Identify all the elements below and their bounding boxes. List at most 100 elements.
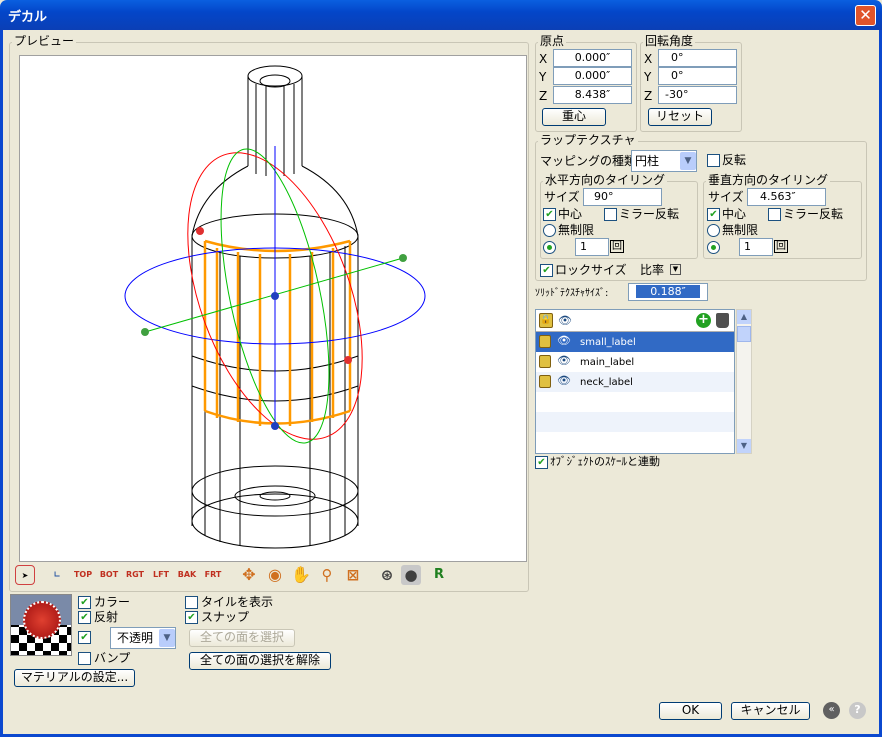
eye-icon[interactable]: 👁 xyxy=(557,334,571,347)
opacity-select[interactable]: 不透明 ▼ xyxy=(110,627,176,649)
rotation-label: 回転角度 xyxy=(643,34,696,48)
chevron-down-icon[interactable]: ▼ xyxy=(680,152,696,170)
rotation-z-field[interactable]: -30° xyxy=(658,86,737,104)
origin-z-label: Z xyxy=(539,89,548,103)
bottle-wireframe xyxy=(124,65,426,549)
layer-row-small-label[interactable]: 👁 small_label xyxy=(536,332,734,352)
view-bottom-icon[interactable]: BOT xyxy=(99,565,119,585)
h-center-checkbox[interactable]: ✔ xyxy=(543,208,556,221)
add-layer-icon[interactable]: + xyxy=(696,313,711,328)
origin-x-field[interactable]: 0.000″ xyxy=(553,49,632,67)
reflect-label: 反射 xyxy=(94,610,119,624)
v-count-unit: 回 xyxy=(774,240,788,253)
solid-texture-size-field[interactable]: 0.188″ xyxy=(628,283,708,301)
origin-y-field[interactable]: 0.000″ xyxy=(553,67,632,85)
scroll-thumb[interactable] xyxy=(737,326,751,342)
scroll-down-icon[interactable]: ▼ xyxy=(737,439,751,453)
zoom-icon[interactable]: ⚲ xyxy=(317,565,337,585)
trash-icon[interactable] xyxy=(716,313,729,328)
solid-texture-size-value: 0.188″ xyxy=(636,285,700,298)
show-tile-checkbox[interactable] xyxy=(185,596,198,609)
orbit-icon[interactable]: ◉ xyxy=(265,565,285,585)
preview-toolbar: ➤ ∟ TOP BOT RGT LFT BAK FRT ✥ ◉ ✋ ⚲ ⊠ ⊛ … xyxy=(15,564,455,588)
help-icon[interactable]: ? xyxy=(849,702,866,719)
eye-icon[interactable]: 👁 xyxy=(557,354,571,367)
h-mirror-label: ミラー反転 xyxy=(619,207,680,221)
select-arrow-icon[interactable]: ➤ xyxy=(15,565,35,585)
v-size-label: サイズ xyxy=(708,190,744,204)
rotation-x-field[interactable]: 0° xyxy=(658,49,737,67)
h-size-field[interactable]: 90° xyxy=(583,188,662,206)
lock-icon[interactable]: 🔒 xyxy=(539,313,553,328)
layer-list-header: 🔒 👁 + xyxy=(536,310,734,332)
reflect-checkbox[interactable]: ✔ xyxy=(78,611,91,624)
render-icon[interactable]: R xyxy=(429,565,449,585)
lock-size-checkbox[interactable]: ✔ xyxy=(540,264,553,277)
deselect-all-faces-button[interactable]: 全ての面の選択を解除 xyxy=(189,652,331,670)
v-count-radio[interactable] xyxy=(707,241,720,254)
mapping-type-value: 円柱 xyxy=(635,154,660,168)
ratio-dropdown-icon[interactable]: ▼ xyxy=(670,264,681,275)
rotate-icon[interactable]: ✥ xyxy=(239,565,259,585)
lock-icon[interactable] xyxy=(539,355,551,368)
h-count-radio[interactable] xyxy=(543,241,556,254)
eye-icon[interactable]: 👁 xyxy=(557,314,573,327)
origin-z-field[interactable]: 8.438″ xyxy=(553,86,632,104)
close-button[interactable]: ✕ xyxy=(855,5,876,26)
scale-link-checkbox[interactable]: ✔ xyxy=(535,456,548,469)
v-unlimited-radio[interactable] xyxy=(707,224,720,237)
layer-list-scrollbar[interactable]: ▲ ▼ xyxy=(736,309,752,454)
material-settings-button[interactable]: マテリアルの設定... xyxy=(14,669,135,687)
mapping-type-select[interactable]: 円柱 ▼ xyxy=(631,150,697,172)
wireframe-icon[interactable]: ⊛ xyxy=(377,565,397,585)
lock-icon[interactable] xyxy=(539,375,551,388)
v-count-field[interactable]: 1 xyxy=(739,238,773,256)
shaded-sphere-icon[interactable]: ● xyxy=(401,565,421,585)
v-size-field[interactable]: 4.563″ xyxy=(747,188,826,206)
reset-rotation-button[interactable]: リセット xyxy=(648,108,712,126)
solid-texture-size-label: ｿﾘｯﾄﾞﾃｸｽﾁｬｻｲｽﾞ: xyxy=(535,288,609,299)
bump-checkbox[interactable] xyxy=(78,652,91,665)
view-top-icon[interactable]: TOP xyxy=(73,565,93,585)
center-of-mass-button[interactable]: 重心 xyxy=(542,108,606,126)
preview-label: プレビュー xyxy=(12,34,77,48)
axis-view-icon[interactable]: ∟ xyxy=(47,565,67,585)
cancel-button[interactable]: キャンセル xyxy=(731,702,810,720)
wrap-texture-label: ラップテクスチャ xyxy=(538,133,638,147)
view-right-icon[interactable]: RGT xyxy=(125,565,145,585)
material-thumbnail[interactable] xyxy=(10,594,72,656)
chevron-down-icon[interactable]: ▼ xyxy=(159,629,175,647)
layer-row-neck-label[interactable]: 👁 neck_label xyxy=(536,372,734,392)
flip-checkbox[interactable] xyxy=(707,154,720,167)
back-arrow-icon[interactable]: « xyxy=(823,702,840,719)
preview-viewport[interactable] xyxy=(19,55,527,562)
ratio-label: 比率 xyxy=(640,263,665,277)
fit-view-icon[interactable]: ⊠ xyxy=(343,565,363,585)
v-center-checkbox[interactable]: ✔ xyxy=(707,208,720,221)
snap-checkbox[interactable]: ✔ xyxy=(185,611,198,624)
opacity-select-value: 不透明 xyxy=(117,631,154,645)
layer-name: small_label xyxy=(580,337,636,348)
opacity-checkbox[interactable]: ✔ xyxy=(78,631,91,644)
snap-label: スナップ xyxy=(201,610,250,624)
select-all-faces-button[interactable]: 全ての面を選択 xyxy=(189,629,295,647)
h-mirror-checkbox[interactable] xyxy=(604,208,617,221)
pan-hand-icon[interactable]: ✋ xyxy=(291,565,311,585)
color-checkbox[interactable]: ✔ xyxy=(78,596,91,609)
view-back-icon[interactable]: BAK xyxy=(177,565,197,585)
h-unlimited-radio[interactable] xyxy=(543,224,556,237)
view-front-icon[interactable]: FRT xyxy=(203,565,223,585)
v-mirror-checkbox[interactable] xyxy=(768,208,781,221)
empty-row xyxy=(536,412,734,432)
layer-row-main-label[interactable]: 👁 main_label xyxy=(536,352,734,372)
h-center-label: 中心 xyxy=(558,207,583,221)
ok-button[interactable]: OK xyxy=(659,702,722,720)
lock-icon[interactable] xyxy=(539,335,551,348)
rotation-y-label: Y xyxy=(644,70,652,84)
eye-icon[interactable]: 👁 xyxy=(557,374,571,387)
view-left-icon[interactable]: LFT xyxy=(151,565,171,585)
scroll-up-icon[interactable]: ▲ xyxy=(737,310,751,324)
rotation-y-field[interactable]: 0° xyxy=(658,67,737,85)
red-seal-graphic xyxy=(23,601,61,639)
h-count-field[interactable]: 1 xyxy=(575,238,609,256)
